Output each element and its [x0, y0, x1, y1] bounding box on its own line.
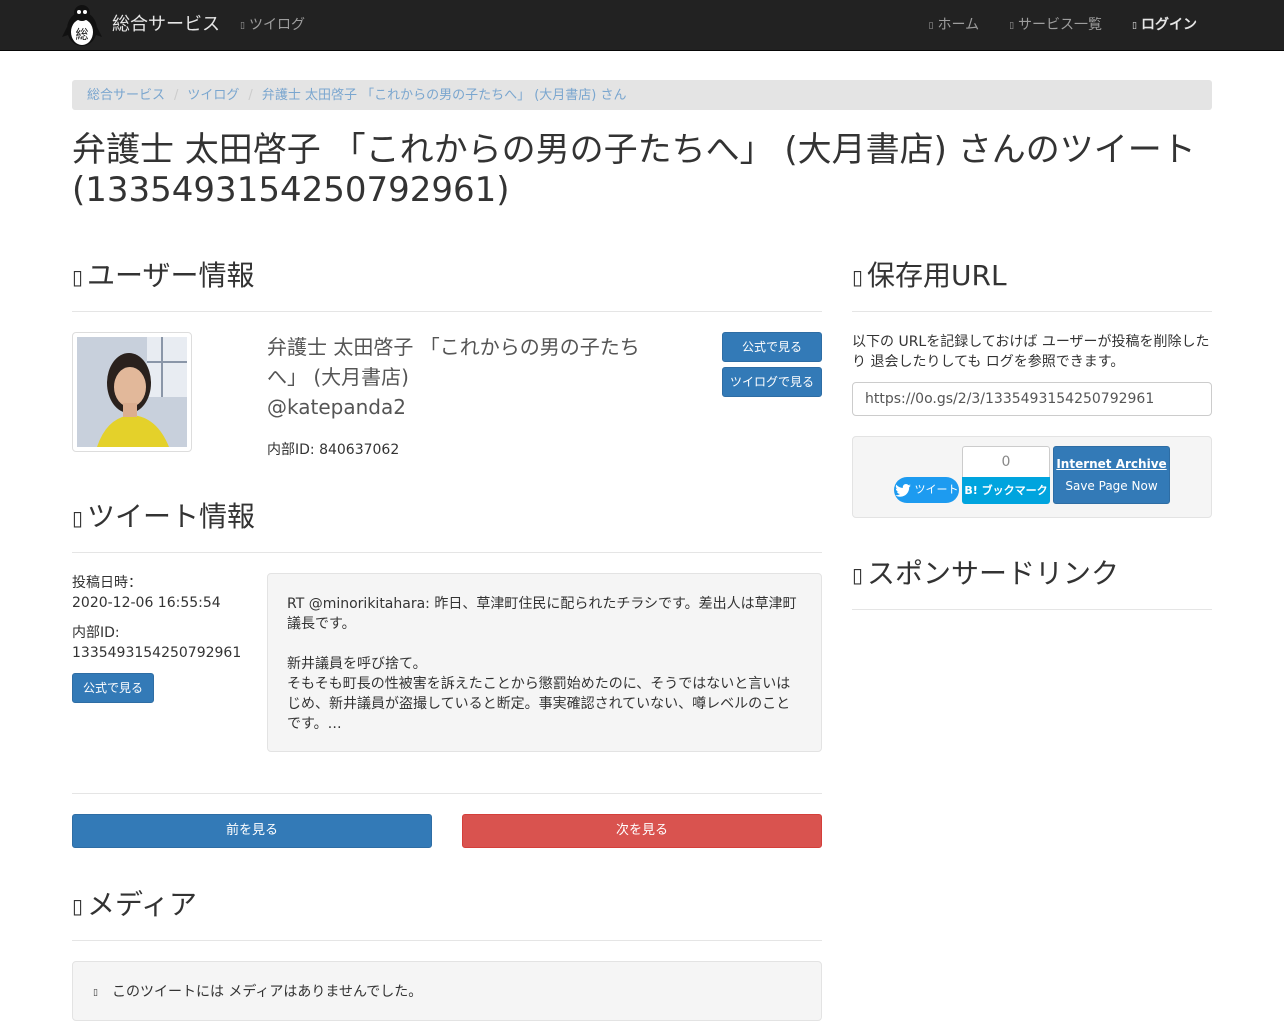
user-display-name: 弁護士 太田啓子 「これからの男の子たちへ」 (大月書店) — [267, 335, 640, 389]
hatena-bookmark-button[interactable]: B! ブックマーク — [962, 477, 1050, 504]
sponsor-heading: ▯ スポンサードリンク — [852, 556, 1119, 593]
next-button[interactable]: 次を見る — [462, 814, 822, 848]
divider — [72, 793, 822, 794]
user-handle: @katepanda2 — [267, 395, 406, 419]
bullhorn-icon: ▯ — [852, 563, 864, 587]
penguin-logo-icon: 総 — [60, 3, 104, 47]
tweet-id-value: 1335493154250792961 — [72, 645, 242, 661]
divider — [852, 311, 1212, 312]
avatar-image — [77, 337, 187, 447]
divider — [72, 552, 822, 553]
tweet-share-button[interactable]: ツイート — [894, 477, 959, 503]
breadcrumb-item-user[interactable]: 弁護士 太田啓子 「これからの男の子たちへ」 (大月書店) さん — [262, 88, 627, 103]
avatar — [72, 332, 192, 452]
user-info-heading: ▯ ユーザー情報 — [72, 258, 254, 295]
breadcrumb: 総合サービス / ツイログ / 弁護士 太田啓子 「これからの男の子たちへ」 (大月書店… — [72, 80, 1212, 110]
th-icon: ▯ — [1009, 21, 1015, 31]
svg-text:総: 総 — [75, 28, 88, 43]
save-url-note: 以下の URLを記録しておけば ユーザーが投稿を削除したり 退会したりしても ロ… — [852, 334, 1210, 370]
user-internal-id: 内部ID: 840637062 — [267, 442, 400, 458]
user-twilog-button[interactable]: ツイログで見る — [722, 367, 822, 397]
posted-value: 2020-12-06 16:55:54 — [72, 595, 221, 611]
nav-item-login[interactable]: ▯ ログイン — [1132, 15, 1197, 36]
internet-archive-button[interactable]: Internet Archive Save Page Now — [1053, 446, 1170, 504]
twitter-bird-icon — [894, 483, 911, 497]
page-title: 弁護士 太田啓子 「これからの男の子たちへ」 (大月書店) さんのツイート (1… — [72, 130, 1196, 210]
picture-icon: ▯ — [72, 894, 84, 918]
divider — [852, 609, 1212, 610]
save-url-input[interactable] — [852, 382, 1212, 416]
brand-link[interactable]: 総 総合サービス — [60, 2, 220, 48]
prev-button[interactable]: 前を見る — [72, 814, 432, 848]
ia-title: Internet Archive — [1056, 457, 1167, 471]
link-icon: ▯ — [852, 265, 864, 289]
nav-item-twilog[interactable]: ▯ ツイログ — [240, 15, 305, 36]
media-empty-message: このツイートには メディアはありませんでした。 — [111, 984, 423, 1000]
hatena-count: 0 — [962, 446, 1050, 478]
tweet-id-label: 内部ID: — [72, 625, 120, 641]
save-url-heading: ▯ 保存用URL — [852, 258, 1007, 295]
divider — [72, 940, 822, 941]
divider — [72, 311, 822, 312]
home-icon: ▯ — [928, 21, 934, 31]
navbar: 総 総合サービス ▯ ツイログ ▯ ホーム ▯ サービス一覧 ▯ ログイン — [0, 0, 1284, 51]
user-official-button[interactable]: 公式で見る — [722, 332, 822, 362]
media-heading: ▯ メディア — [72, 887, 197, 924]
ia-subtitle: Save Page Now — [1065, 479, 1158, 493]
tweet-official-button[interactable]: 公式で見る — [72, 673, 154, 703]
nav-right: ▯ ホーム ▯ サービス一覧 ▯ ログイン — [929, 15, 1197, 36]
breadcrumb-item-home[interactable]: 総合サービス — [87, 88, 165, 103]
tweet-info-heading: ▯ ツイート情報 — [72, 499, 255, 536]
user-icon: ▯ — [72, 265, 84, 289]
list-icon: ▯ — [240, 21, 245, 31]
user-name-block: 弁護士 太田啓子 「これからの男の子たちへ」 (大月書店) @katepanda… — [267, 332, 667, 422]
posted-label: 投稿日時： — [72, 575, 142, 591]
login-icon: ▯ — [1132, 21, 1137, 31]
nav-item-home[interactable]: ▯ ホーム — [929, 15, 980, 36]
info-icon: ▯ — [93, 988, 98, 998]
media-empty-box: ▯ このツイートには メディアはありませんでした。 — [72, 961, 822, 1021]
nav-item-services[interactable]: ▯ サービス一覧 — [1009, 15, 1102, 36]
tweet-text: RT @minorikitahara: 昨日、草津町住民に配られたチラシです。差… — [287, 596, 797, 732]
brand-text: 総合サービス — [112, 14, 220, 35]
breadcrumb-item-twilog[interactable]: ツイログ — [187, 88, 239, 103]
comment-icon: ▯ — [72, 506, 84, 530]
